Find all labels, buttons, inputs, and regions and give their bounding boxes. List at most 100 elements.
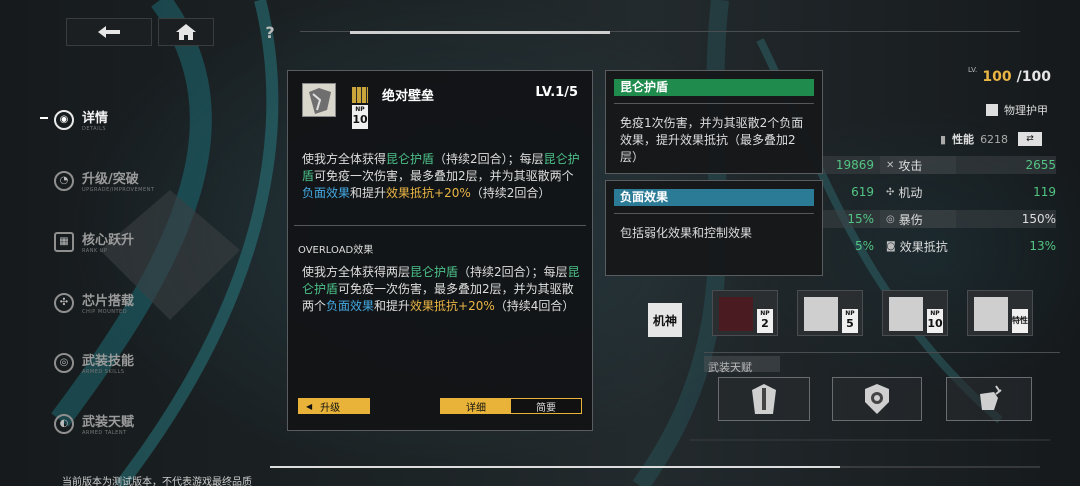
top-progress xyxy=(350,31,610,34)
skill-detail-popup: NP 10 绝对壁垒 LV.1/5 使我方全体获得昆仑护盾（持续2回合）；每层昆… xyxy=(287,70,593,431)
tooltip-divider xyxy=(614,103,814,104)
desc-text: 使我方全体获得两层 xyxy=(302,265,411,279)
level-current: 100 xyxy=(982,69,1012,85)
desc-text: 可免疫一次伤害，最多叠加2层，并为其驱散两个 xyxy=(314,169,574,183)
stat-left-value: 5% xyxy=(854,239,874,253)
performance-icon: ▮ xyxy=(940,132,947,146)
keyword-negative[interactable]: 负面效果 xyxy=(302,186,350,200)
equip-slot-blade[interactable]: NP 2 xyxy=(712,290,778,336)
attack-icon: ✕ xyxy=(886,159,895,171)
talent-slot-2[interactable] xyxy=(832,377,922,421)
keyword-resist: 效果抵抗+20% xyxy=(410,299,495,313)
help-button[interactable]: ? xyxy=(258,18,282,46)
nav-sub: UPGRADE/IMPROVEMENT xyxy=(82,187,155,193)
nav-item-upgrade[interactable]: ◔ 升级/突破 UPGRADE/IMPROVEMENT xyxy=(54,168,154,193)
crit-icon: ◎ xyxy=(886,213,895,225)
swap-button[interactable]: ⇄ xyxy=(1018,132,1043,146)
shield-target-icon xyxy=(865,384,889,414)
stat-label: 攻击 xyxy=(898,158,923,173)
help-icon: ? xyxy=(265,22,275,42)
desc-text: 和提升 xyxy=(374,299,411,313)
stat-value: 119 xyxy=(1033,185,1056,199)
barrier-icon xyxy=(889,297,923,331)
nav-item-core[interactable]: ▦ 核心跃升 RANK UP xyxy=(54,229,134,254)
armed-skill-icon: ◎ xyxy=(54,352,74,373)
overload-description: 使我方全体获得两层昆仑护盾（持续2回合）；每层昆仑护盾可免疫一次伤害，最多叠加2… xyxy=(302,264,580,315)
stat-value: 150% xyxy=(1021,212,1056,226)
armed-talent-icon: ◐ xyxy=(54,413,74,434)
equip-slot-triangle-shield[interactable]: NP 5 xyxy=(797,290,863,336)
talent-slot-1[interactable] xyxy=(718,377,810,421)
talent-divider xyxy=(704,352,1060,353)
performance-value: 6218 xyxy=(980,132,1009,146)
equip-slot-barrier[interactable]: NP 10 xyxy=(882,290,948,336)
stat-row-effect-resist: 5% ◙ 效果抵抗 13% xyxy=(822,237,1056,255)
core-icon: ▦ xyxy=(54,231,74,252)
nav-sub: CHIP MOUNTED xyxy=(82,309,128,315)
skill-level: LV.1/5 xyxy=(535,85,578,100)
desc-text: （持续2回合）；每层 xyxy=(458,265,568,279)
stat-row-crit-damage: 15% ◎ 暴伤 150% xyxy=(822,210,1056,228)
home-icon xyxy=(176,24,196,40)
nav-label: 武装技能 xyxy=(82,354,135,369)
armor-icon xyxy=(986,104,998,116)
np-badge: NP 2 xyxy=(757,309,773,333)
stat-label: 机动 xyxy=(898,185,923,200)
keyword-negative[interactable]: 负面效果 xyxy=(326,299,374,313)
trait-label: 特性 xyxy=(1012,316,1028,325)
nav-item-armed-talent[interactable]: ◐ 武装天赋 ARMED TALENT xyxy=(54,411,134,436)
keyword-shield[interactable]: 昆仑护盾 xyxy=(386,152,434,166)
tab-brief[interactable]: 简要 xyxy=(511,399,581,414)
section-divider xyxy=(294,225,586,226)
nav-sub: DETAILS xyxy=(82,126,107,132)
footer-note: 当前版本为测试版本，不代表游戏最终品质 xyxy=(62,477,252,486)
stat-left-value: 15% xyxy=(847,212,874,226)
home-button[interactable] xyxy=(158,18,214,46)
nav-label: 详情 xyxy=(82,111,109,126)
np-value: 10 xyxy=(352,113,368,126)
desc-text: （持续2回合） xyxy=(470,186,551,200)
nav-label: 核心跃升 xyxy=(82,233,135,248)
resist-icon: ◙ xyxy=(886,240,896,252)
np-badge: NP 10 xyxy=(927,309,943,333)
talent-label: 武装天赋 xyxy=(708,361,752,374)
mech-badge[interactable]: 机神 xyxy=(648,303,682,337)
mech-label: 机神 xyxy=(652,313,677,328)
keyword-shield[interactable]: 昆仑护盾 xyxy=(410,265,458,279)
tooltip-shield-body: 免疫1次伤害，并为其驱散2个负面效果，提升效果抵抗（最多叠加2层） xyxy=(620,116,804,164)
upgrade-icon: ◔ xyxy=(54,170,74,191)
stat-row-attack: 19869 ✕ 攻击 2655 xyxy=(822,156,1056,174)
stat-label: 效果抵抗 xyxy=(899,239,948,254)
np-value: 10 xyxy=(927,317,943,330)
talent-slot-3[interactable] xyxy=(946,377,1032,421)
performance-label: 性能 xyxy=(952,133,975,146)
grid-icon xyxy=(352,87,368,103)
blade-icon xyxy=(719,297,753,331)
back-button[interactable] xyxy=(66,18,152,46)
upgrade-label: 升级 xyxy=(320,402,341,414)
tab-detail[interactable]: 详细 xyxy=(441,399,511,414)
triangle-shield-icon xyxy=(804,297,838,331)
level-display: LV. 100 /100 xyxy=(968,66,1051,85)
stat-label: 暴伤 xyxy=(898,212,923,227)
left-arrow-icon: ◀ xyxy=(306,401,313,411)
np-value: 2 xyxy=(761,317,769,330)
upgrade-button[interactable]: ◀ 升级 xyxy=(298,398,370,414)
nav-item-armed-skill[interactable]: ◎ 武装技能 ARMED SKILLS xyxy=(54,350,134,375)
nav-item-chip[interactable]: ✣ 芯片搭载 CHIP MOUNTED xyxy=(54,290,134,315)
details-icon: ◉ xyxy=(54,109,74,130)
barrier-icon xyxy=(309,88,331,114)
skill-icon xyxy=(302,83,336,117)
stat-row-mobility: 619 ✣ 机动 119 xyxy=(822,183,1056,201)
desc-text: （持续2回合）；每层 xyxy=(434,152,544,166)
tooltip-negative: 负面效果 包括弱化效果和控制效果 xyxy=(605,180,823,276)
back-arrow-icon xyxy=(98,26,120,38)
tooltip-negative-body: 包括弱化效果和控制效果 xyxy=(620,226,753,240)
nav-sub: RANK UP xyxy=(82,248,108,254)
fist-strike-icon xyxy=(980,385,1002,410)
talent-section-label: 武装天赋 xyxy=(704,356,780,374)
equip-slot-fist[interactable]: 特性 xyxy=(967,290,1033,336)
nav-label: 芯片搭载 xyxy=(82,294,135,309)
nav-item-details[interactable]: ◉ 详情 DETAILS xyxy=(54,107,108,132)
performance: ▮ 性能 6218 ⇄ xyxy=(940,131,1043,147)
